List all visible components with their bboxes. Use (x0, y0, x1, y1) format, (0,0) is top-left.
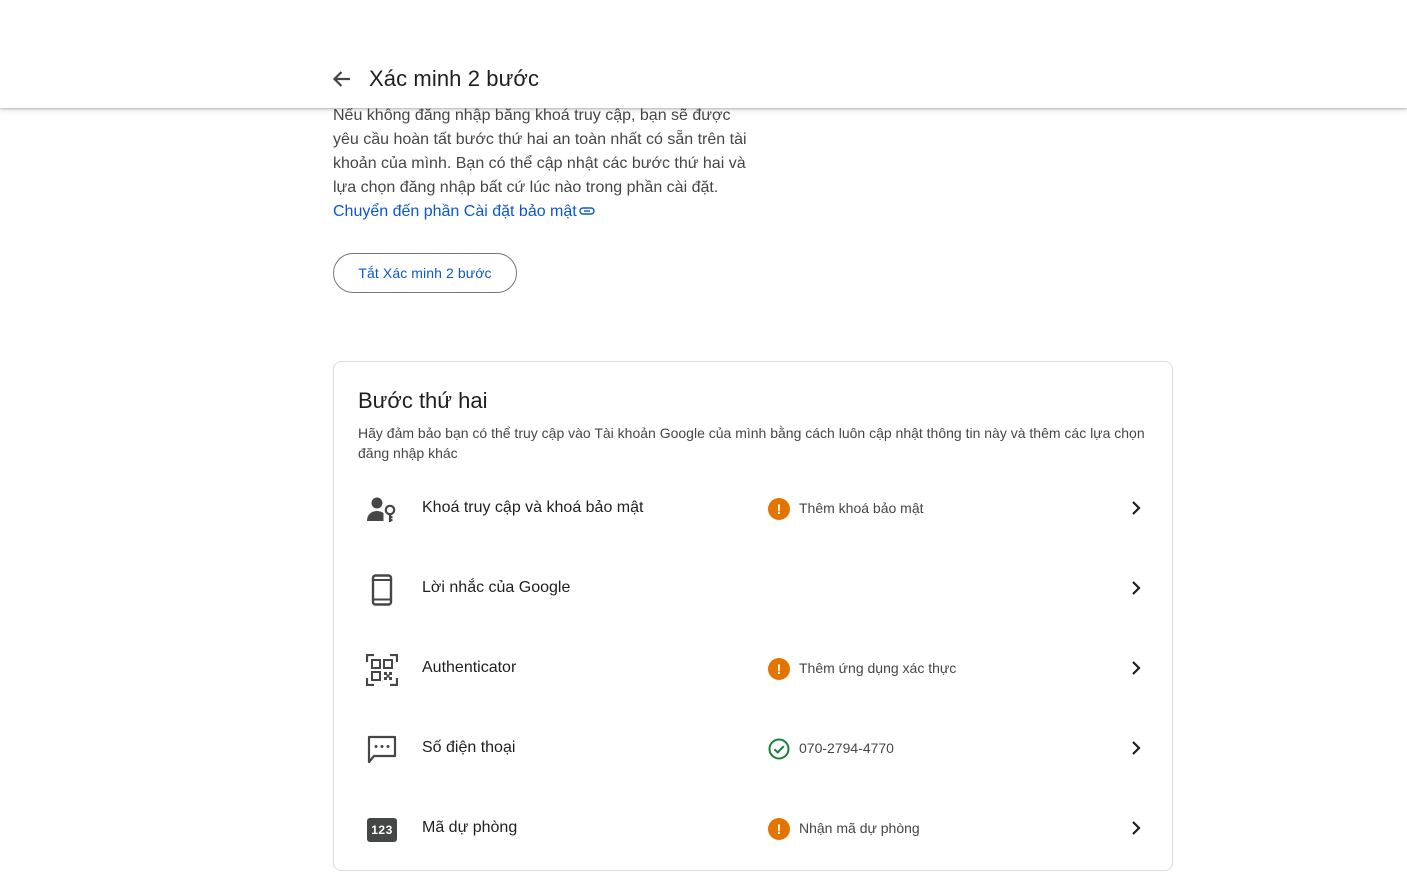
warning-icon: ! (768, 498, 790, 520)
qr-code-icon (366, 654, 398, 686)
chevron-right-icon (1126, 496, 1146, 520)
app-header: Xác minh 2 bước (0, 0, 1407, 108)
security-settings-link-label: Chuyển đến phần Cài đặt bảo mật (333, 203, 577, 221)
authenticator-label: Authenticator (422, 659, 517, 676)
intro-paragraph: Nếu không đăng nhập bằng khoá truy cập, … (333, 104, 753, 224)
intro-text: Nếu không đăng nhập bằng khoá truy cập, … (333, 107, 747, 196)
card-description: Hãy đảm bảo bạn có thể truy cập vào Tài … (358, 425, 1145, 461)
backup-codes-label: Mã dự phòng (422, 819, 518, 836)
phone-number-label: Số điện thoại (422, 739, 516, 756)
arrow-back-icon (332, 70, 352, 93)
backup-codes-row[interactable]: 123 Mã dự phòng ! Nhận mã dự phòng (334, 790, 1172, 870)
chevron-right-icon (1126, 576, 1146, 600)
sms-icon (366, 734, 398, 766)
page-title: Xác minh 2 bước (369, 66, 540, 91)
passkeys-row[interactable]: Khoá truy cập và khoá bảo mật ! Thêm kho… (334, 470, 1172, 550)
passkey-icon (366, 494, 398, 526)
phone-number-status: 070-2794-4770 (799, 740, 894, 756)
backup-codes-icon: 123 (366, 814, 398, 846)
google-prompts-label: Lời nhắc của Google (422, 579, 571, 596)
backup-codes-badge: 123 (367, 818, 397, 842)
passkeys-status: Thêm khoá bảo mật (799, 500, 924, 516)
chevron-right-icon (1126, 656, 1146, 680)
chevron-right-icon (1126, 736, 1146, 760)
second-steps-card: Bước thứ hai Hãy đảm bảo bạn có thể truy… (333, 361, 1173, 871)
phone-number-row[interactable]: Số điện thoại 070-2794-4770 (334, 710, 1172, 790)
google-prompts-row[interactable]: Lời nhắc của Google (334, 550, 1172, 630)
authenticator-row[interactable]: Authenticator ! Thêm ứng dụng xác thực (334, 630, 1172, 710)
authenticator-status: Thêm ứng dụng xác thực (799, 660, 957, 676)
page: Nếu không đăng nhập bằng khoá truy cập, … (0, 0, 1407, 895)
warning-icon: ! (768, 658, 790, 680)
passkeys-label: Khoá truy cập và khoá bảo mật (422, 499, 644, 516)
card-title: Bước thứ hai (358, 388, 488, 413)
link-icon (579, 200, 595, 224)
security-settings-link[interactable]: Chuyển đến phần Cài đặt bảo mật (333, 203, 595, 220)
chevron-right-icon (1126, 816, 1146, 840)
back-button[interactable] (328, 68, 356, 94)
check-circle-icon (768, 738, 790, 760)
backup-codes-status: Nhận mã dự phòng (799, 820, 920, 836)
turn-off-2sv-button[interactable]: Tắt Xác minh 2 bước (333, 253, 517, 293)
warning-icon: ! (768, 818, 790, 840)
phone-icon (366, 574, 398, 606)
